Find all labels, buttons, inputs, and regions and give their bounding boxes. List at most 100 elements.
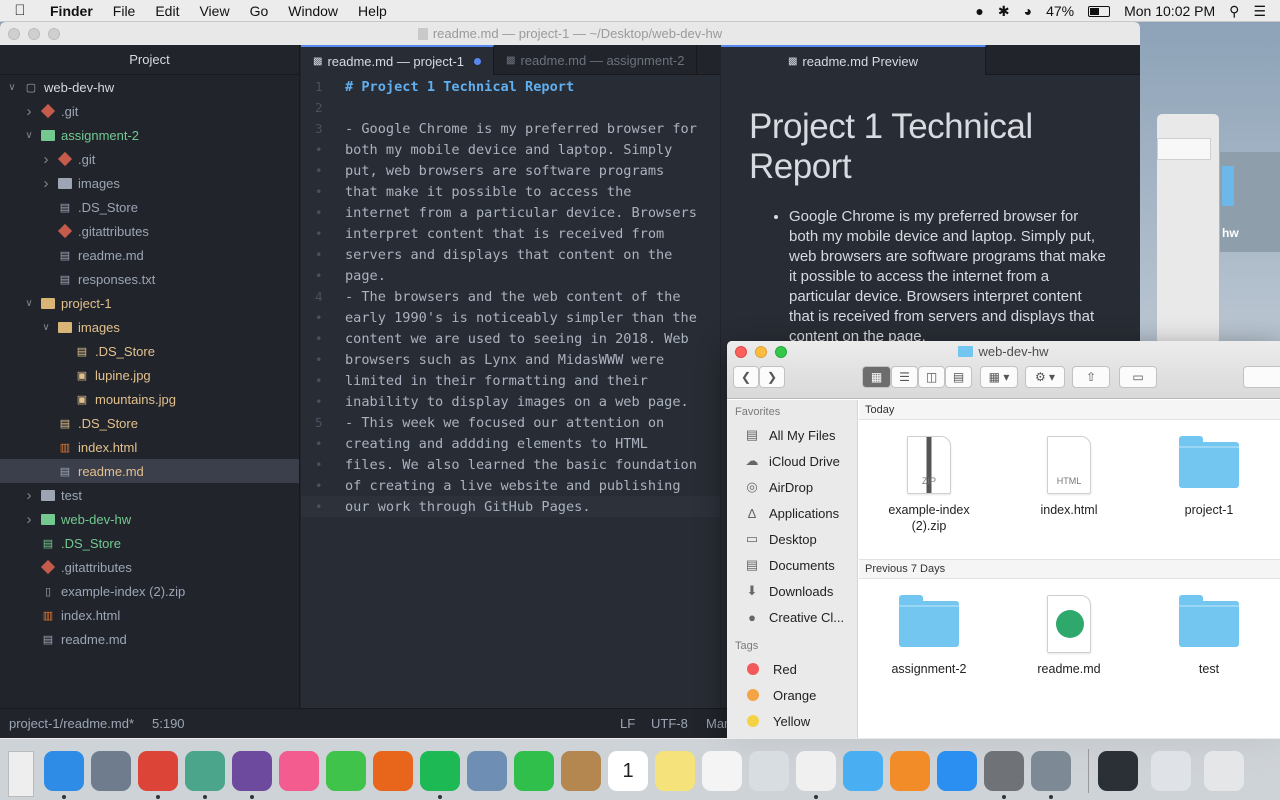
spotify-icon[interactable]	[420, 751, 460, 791]
chevron-down-icon[interactable]: ∨	[23, 298, 35, 309]
menu-window[interactable]: Window	[278, 3, 348, 19]
tree-item[interactable]: ∨ assignment-2	[0, 123, 299, 147]
notification-center-icon[interactable]: ☰	[1253, 3, 1266, 20]
tree-item[interactable]: › images	[0, 171, 299, 195]
zoom-button[interactable]	[48, 28, 60, 40]
bluetooth-icon[interactable]: ✱	[998, 3, 1010, 20]
notes-icon[interactable]	[655, 751, 695, 791]
tree-item[interactable]: ∨ images	[0, 315, 299, 339]
tree-item[interactable]: ▤ .DS_Store	[0, 531, 299, 555]
search-field[interactable]	[1243, 366, 1280, 388]
launchpad-icon[interactable]	[91, 751, 131, 791]
itunes-icon[interactable]	[279, 751, 319, 791]
preview-icon[interactable]	[467, 751, 507, 791]
system-preferences-icon[interactable]	[984, 751, 1024, 791]
chevron-down-icon[interactable]: ∨	[40, 322, 52, 333]
finder-item[interactable]: HTML index.html	[999, 420, 1139, 559]
tree-item[interactable]: ▤ readme.md	[0, 243, 299, 267]
finder-item[interactable]: test	[1139, 579, 1279, 718]
tree-item[interactable]: ▥ index.html	[0, 603, 299, 627]
sidebar-item[interactable]: ∆ Applications	[727, 500, 857, 526]
tree-item[interactable]: ▤ .DS_Store	[0, 195, 299, 219]
tree-item[interactable]: ▥ index.html	[0, 435, 299, 459]
share-button[interactable]: ⇧	[1072, 366, 1110, 388]
dock-left-thumbnail[interactable]	[8, 751, 34, 797]
chevron-down-icon[interactable]: ∨	[23, 130, 35, 141]
icon-view-button[interactable]: ▦	[862, 366, 891, 388]
messages-green-icon[interactable]	[326, 751, 366, 791]
terminal-window-icon[interactable]	[1098, 751, 1138, 791]
status-encoding[interactable]: UTF-8	[651, 716, 688, 731]
app-store-icon[interactable]	[937, 751, 977, 791]
tree-item[interactable]: ∨ project-1	[0, 291, 299, 315]
column-view-button[interactable]: ◫	[918, 366, 945, 388]
tree-item[interactable]: › .git	[0, 147, 299, 171]
tab-readme-project-1[interactable]: ▩ readme.md — project-1	[301, 45, 495, 75]
sidebar-item[interactable]: ◎ AirDrop	[727, 474, 857, 500]
wifi-icon[interactable]: ◕	[1024, 3, 1032, 19]
tree-item[interactable]: ▣ lupine.jpg	[0, 363, 299, 387]
tree-item[interactable]: › test	[0, 483, 299, 507]
tree-item[interactable]: .gitattributes	[0, 219, 299, 243]
status-grammar[interactable]: Mar	[706, 716, 728, 731]
chevron-right-icon[interactable]: ›	[23, 103, 35, 120]
chevron-right-icon[interactable]: ›	[23, 511, 35, 528]
menu-view[interactable]: View	[189, 3, 239, 19]
tree-item[interactable]: ▤ .DS_Store	[0, 339, 299, 363]
sidebar-item[interactable]: ▭ Desktop	[727, 526, 857, 552]
tree-item[interactable]: ▤ .DS_Store	[0, 411, 299, 435]
close-button[interactable]	[8, 28, 20, 40]
reminders-icon[interactable]	[702, 751, 742, 791]
menu-help[interactable]: Help	[348, 3, 397, 19]
sidebar-tag[interactable]: Orange	[727, 682, 857, 708]
messages-icon[interactable]	[843, 751, 883, 791]
list-view-button[interactable]: ☰	[891, 366, 918, 388]
sidebar-tag[interactable]: Red	[727, 656, 857, 682]
clock[interactable]: Mon 10:02 PM	[1124, 3, 1215, 19]
tree-item[interactable]: › .git	[0, 99, 299, 123]
finder-toolbar[interactable]: web-dev-hw ❮ ❯ ▦ ☰ ◫ ▤ ▦ ▾ ⚙ ▾ ⇧ ▭	[727, 341, 1280, 399]
status-cursor-position[interactable]: 5:190	[152, 716, 185, 731]
photos-icon[interactable]	[796, 751, 836, 791]
sidebar-tag[interactable]: Yellow	[727, 708, 857, 734]
image-capture-icon[interactable]	[1031, 751, 1071, 791]
menu-file[interactable]: File	[103, 3, 146, 19]
tree-item[interactable]: .gitattributes	[0, 555, 299, 579]
menu-go[interactable]: Go	[240, 3, 279, 19]
tree-item[interactable]: › web-dev-hw	[0, 507, 299, 531]
contacts-icon[interactable]	[561, 751, 601, 791]
sidebar-item[interactable]: ▤ All My Files	[727, 422, 857, 448]
tree-item[interactable]: ▤ readme.md	[0, 459, 299, 483]
arrange-button[interactable]: ▦ ▾	[980, 366, 1018, 388]
tags-button[interactable]: ▭	[1119, 366, 1157, 388]
tree-header[interactable]: Project	[0, 45, 299, 75]
ibooks-icon[interactable]	[890, 751, 930, 791]
finder-icon[interactable]	[44, 751, 84, 791]
sidebar-item[interactable]: ▤ Documents	[727, 552, 857, 578]
finder-item[interactable]: project-1	[1139, 420, 1279, 559]
chevron-right-icon[interactable]: ›	[23, 487, 35, 504]
apple-menu-icon[interactable]: 	[0, 2, 40, 19]
screenshot-window-icon[interactable]	[1151, 751, 1191, 791]
chevron-right-icon[interactable]: ›	[40, 151, 52, 168]
code-editor[interactable]: 1 # Project 1 Technical Report 2 3 - Google …	[301, 75, 720, 708]
chevron-right-icon[interactable]: ›	[40, 175, 52, 192]
spotlight-search-icon[interactable]: ⚲	[1229, 3, 1239, 20]
atom-title-bar[interactable]: readme.md — project-1 — ~/Desktop/web-de…	[0, 22, 1140, 45]
tree-item[interactable]: ▤ readme.md	[0, 627, 299, 651]
finder-item[interactable]: assignment-2	[859, 579, 999, 718]
status-file-path[interactable]: project-1/readme.md*	[9, 716, 134, 731]
finder-item[interactable]: ZIP example-index (2).zip	[859, 420, 999, 559]
photo-booth-icon[interactable]	[749, 751, 789, 791]
sidebar-item[interactable]: ● Creative Cl...	[727, 604, 857, 630]
atom-icon[interactable]	[185, 751, 225, 791]
firefox-icon[interactable]	[373, 751, 413, 791]
minimize-button[interactable]	[28, 28, 40, 40]
calendar-icon[interactable]: 1	[608, 751, 648, 791]
cover-flow-button[interactable]: ▤	[945, 366, 972, 388]
trash-icon[interactable]	[1204, 751, 1244, 791]
sidebar-item[interactable]: ☁ iCloud Drive	[727, 448, 857, 474]
tree-item[interactable]: ▤ responses.txt	[0, 267, 299, 291]
status-line-ending[interactable]: LF	[620, 716, 635, 731]
sidebar-item[interactable]: ⬇ Downloads	[727, 578, 857, 604]
